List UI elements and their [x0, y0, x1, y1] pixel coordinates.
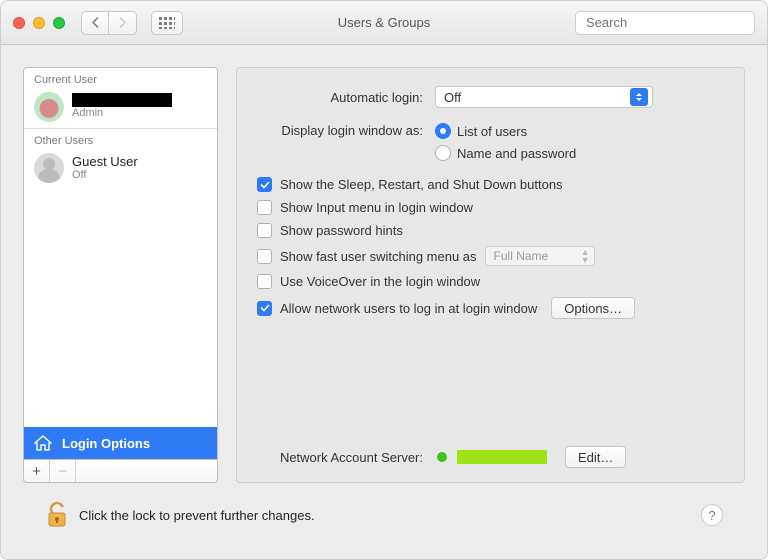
lock-message: Click the lock to prevent further change…	[79, 508, 315, 523]
display-login-label: Display login window as:	[257, 122, 427, 138]
login-options-label: Login Options	[62, 436, 150, 451]
nav-buttons	[81, 11, 137, 35]
check-input-menu-label: Show Input menu in login window	[280, 200, 473, 215]
radio-list-label: List of users	[457, 124, 527, 139]
check-sleep-restart-shutdown[interactable]: Show the Sleep, Restart, and Shut Down b…	[257, 177, 724, 192]
titlebar: Users & Groups	[1, 1, 767, 45]
check-sleep-label: Show the Sleep, Restart, and Shut Down b…	[280, 177, 563, 192]
automatic-login-label: Automatic login:	[257, 90, 427, 105]
automatic-login-value: Off	[444, 90, 461, 105]
status-dot-icon	[437, 452, 447, 462]
guest-user-row[interactable]: Guest User Off	[24, 149, 217, 189]
current-user-row[interactable]: Admin	[24, 88, 217, 128]
search-input[interactable]	[586, 15, 762, 30]
checkbox-icon	[257, 249, 272, 264]
login-options-panel: Automatic login: Off Display login windo…	[236, 67, 745, 483]
avatar-current-user	[34, 92, 64, 122]
automatic-login-select[interactable]: Off	[435, 86, 653, 108]
login-options-item[interactable]: Login Options	[24, 427, 217, 459]
chevron-updown-icon: ▲▼	[581, 248, 590, 264]
checkbox-icon	[257, 200, 272, 215]
radio-icon	[435, 145, 451, 161]
show-all-button[interactable]	[151, 11, 183, 35]
checkbox-icon	[257, 177, 272, 192]
fast-switch-select: Full Name ▲▼	[485, 246, 595, 266]
check-voiceover[interactable]: Use VoiceOver in the login window	[257, 274, 724, 289]
checkbox-icon	[257, 274, 272, 289]
lock-icon[interactable]	[45, 501, 69, 529]
nas-server-name-redacted	[457, 450, 547, 464]
radio-namepw-label: Name and password	[457, 146, 576, 161]
avatar-guest-user	[34, 153, 64, 183]
check-network-users-label: Allow network users to log in at login w…	[280, 301, 537, 316]
radio-icon	[435, 123, 451, 139]
current-user-name	[72, 93, 172, 107]
remove-user-button: −	[50, 460, 76, 482]
options-button[interactable]: Options…	[551, 297, 635, 319]
check-voiceover-label: Use VoiceOver in the login window	[280, 274, 480, 289]
forward-button[interactable]	[109, 11, 137, 35]
add-remove-bar: + −	[23, 460, 218, 483]
search-field[interactable]	[575, 11, 755, 35]
check-fast-user-switching[interactable]: Show fast user switching menu as Full Na…	[257, 246, 724, 266]
fast-switch-value: Full Name	[494, 249, 549, 263]
radio-list-of-users[interactable]: List of users	[435, 123, 576, 139]
back-button[interactable]	[81, 11, 109, 35]
window-controls	[13, 17, 65, 29]
zoom-window-button[interactable]	[53, 17, 65, 29]
users-groups-window: Users & Groups Current User Admin	[0, 0, 768, 560]
check-network-users[interactable]: Allow network users to log in at login w…	[257, 297, 724, 319]
current-user-section-label: Current User	[24, 68, 217, 88]
close-window-button[interactable]	[13, 17, 25, 29]
guest-user-name: Guest User	[72, 154, 138, 170]
house-icon	[34, 435, 52, 451]
add-user-button[interactable]: +	[24, 460, 50, 482]
checkbox-icon	[257, 301, 272, 316]
nas-label: Network Account Server:	[257, 450, 427, 465]
checkbox-icon	[257, 223, 272, 238]
current-user-role: Admin	[72, 107, 172, 120]
edit-button[interactable]: Edit…	[565, 446, 626, 468]
users-sidebar: Current User Admin Other Users Guest U	[23, 67, 218, 483]
chevron-updown-icon	[630, 88, 648, 106]
other-users-section-label: Other Users	[24, 129, 217, 149]
check-input-menu[interactable]: Show Input menu in login window	[257, 200, 724, 215]
check-fast-switch-label: Show fast user switching menu as	[280, 249, 477, 264]
minimize-window-button[interactable]	[33, 17, 45, 29]
check-password-hints[interactable]: Show password hints	[257, 223, 724, 238]
footer: Click the lock to prevent further change…	[23, 483, 745, 549]
help-button[interactable]: ?	[701, 504, 723, 526]
check-pw-hints-label: Show password hints	[280, 223, 403, 238]
guest-user-status: Off	[72, 169, 138, 182]
radio-name-password[interactable]: Name and password	[435, 145, 576, 161]
